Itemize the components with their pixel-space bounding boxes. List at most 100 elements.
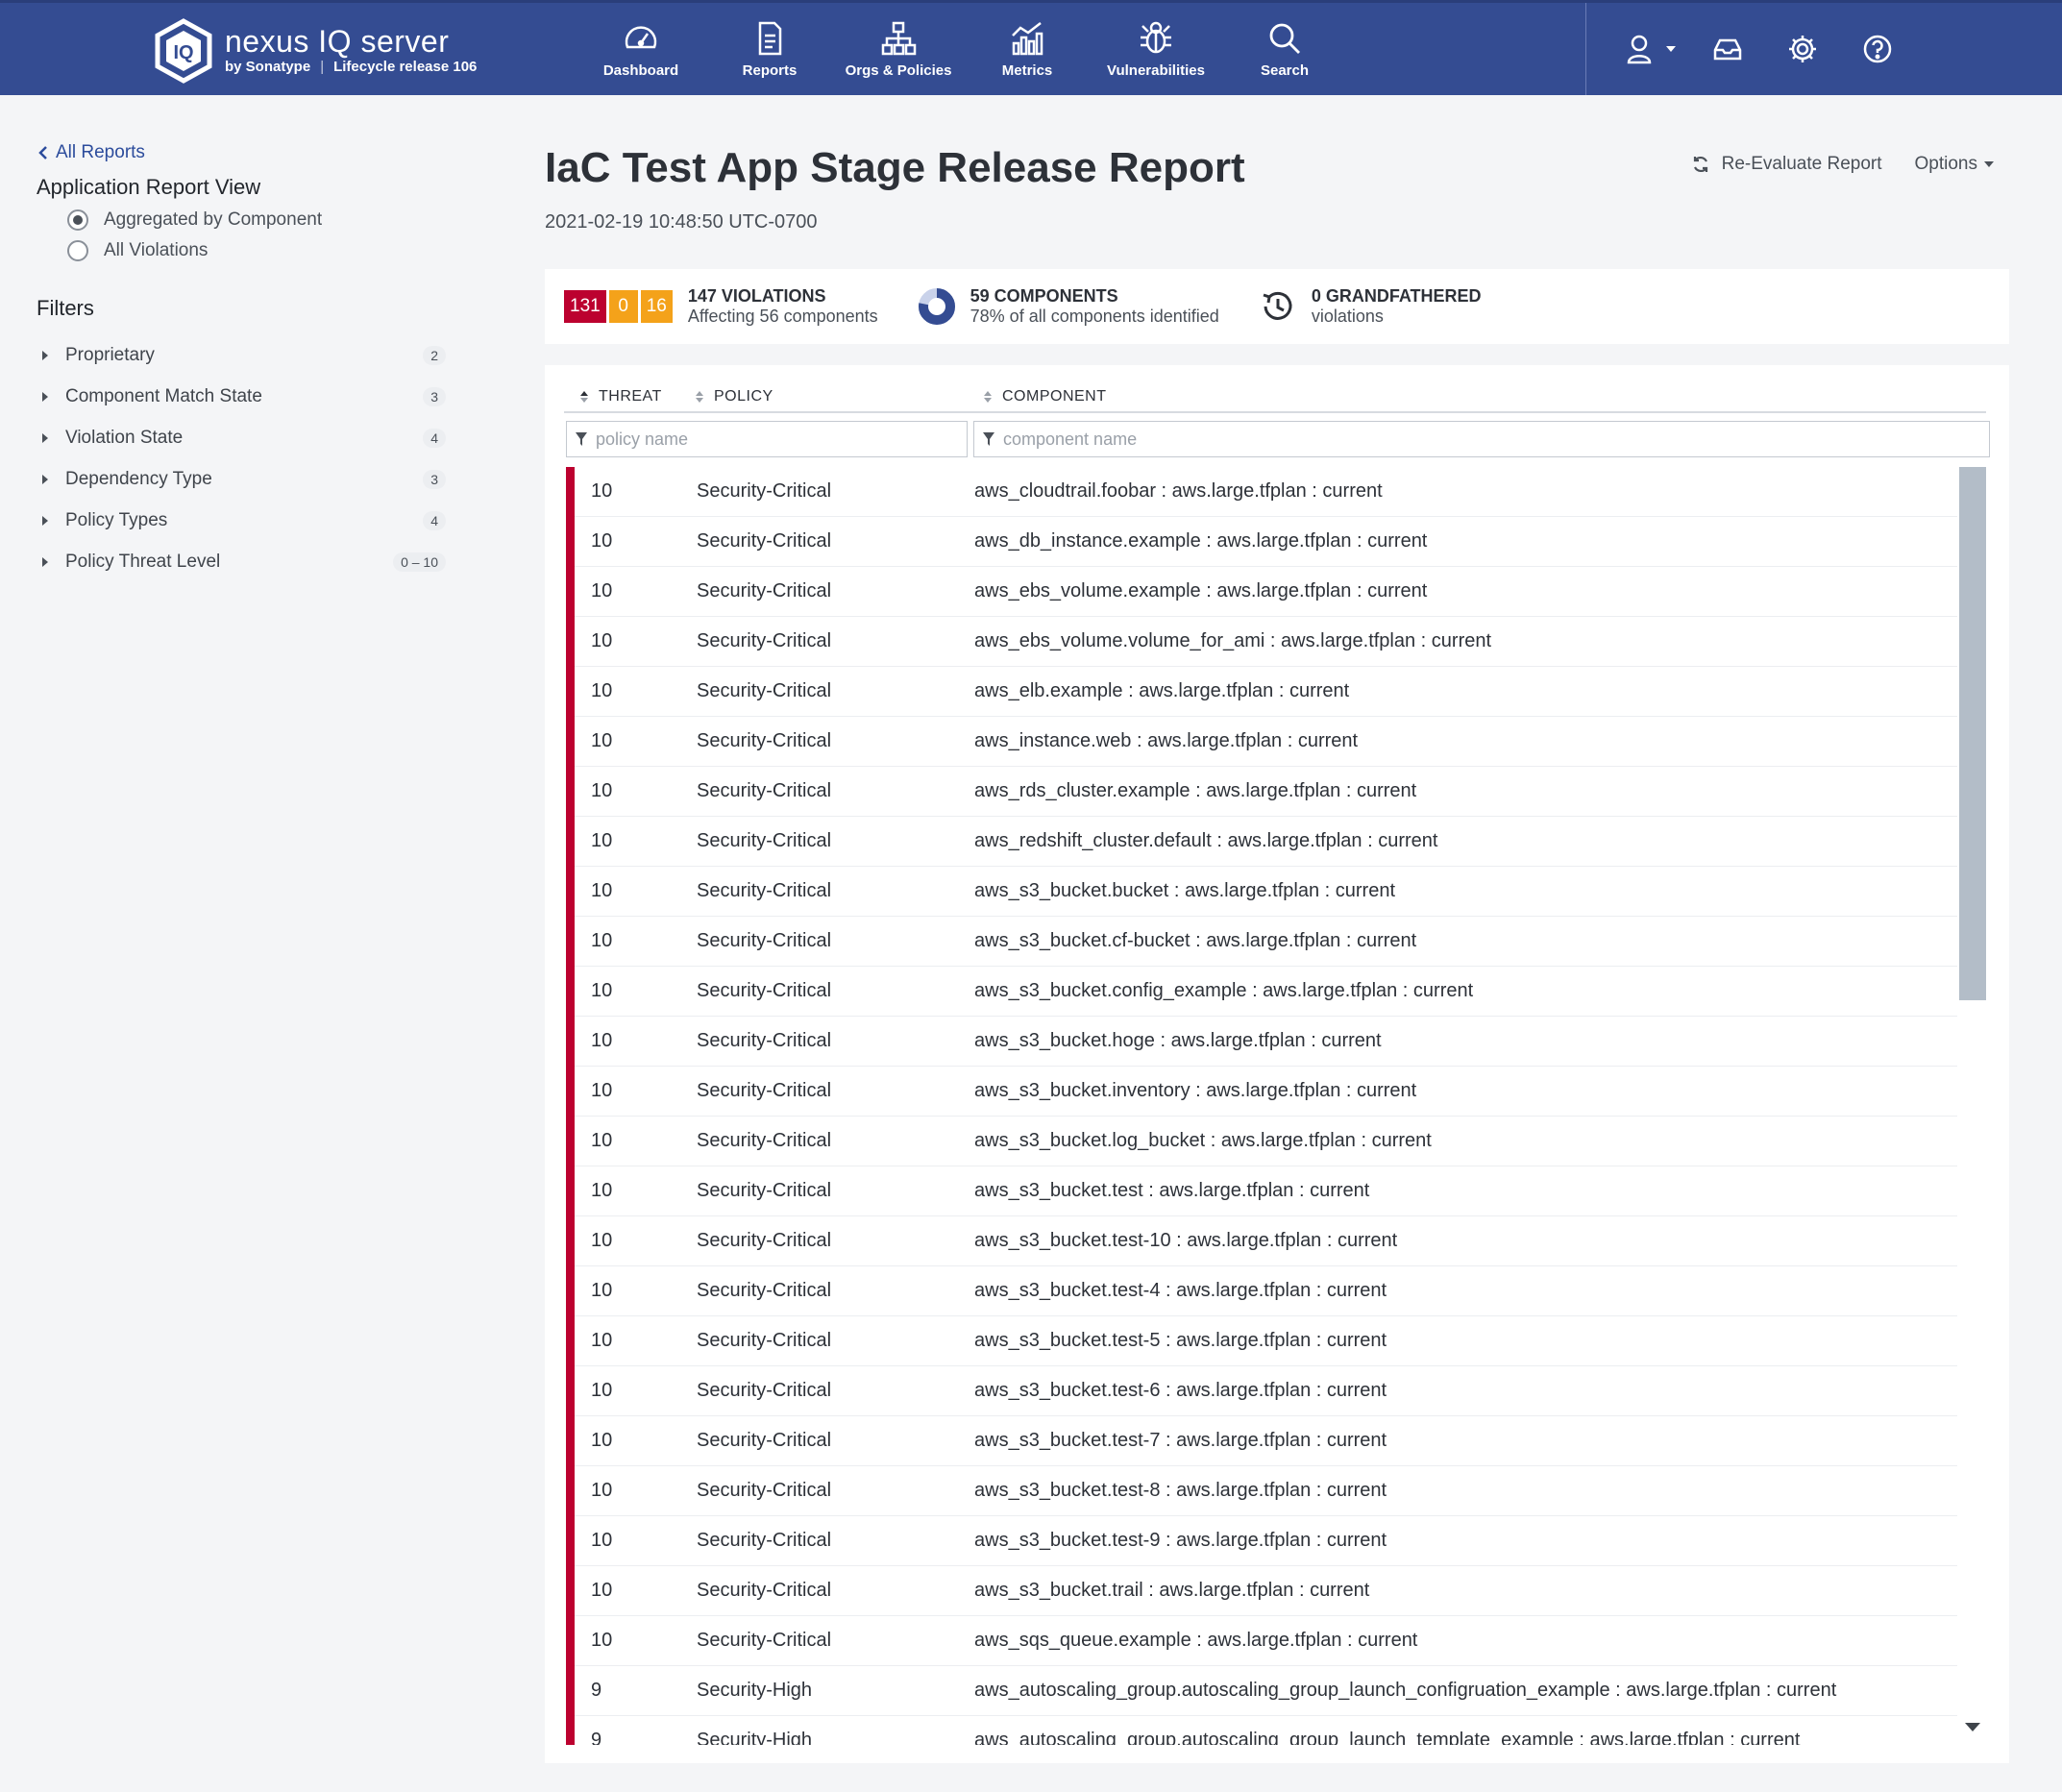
nav-vulnerabilities[interactable]: Vulnerabilities — [1092, 3, 1220, 95]
table-row[interactable]: 10 Security-Critical aws_s3_bucket.test-9 … — [566, 1516, 1957, 1566]
threat-cell: 10 — [591, 1130, 613, 1151]
all-reports-link[interactable]: All Reports — [37, 142, 450, 163]
threat-cell: 10 — [591, 1280, 613, 1301]
table-row[interactable]: 10 Security-Critical aws_ebs_volume.volume… — [566, 617, 1957, 667]
threat-level-indicator — [566, 1017, 575, 1067]
radio-button-checked[interactable] — [67, 209, 88, 231]
settings-button[interactable] — [1765, 34, 1840, 64]
threat-level-indicator — [566, 1216, 575, 1266]
threat-level-indicator — [566, 1117, 575, 1166]
brand-logo[interactable]: IQ nexus IQ server by Sonatype | Lifecyc… — [154, 18, 477, 84]
moderate-count-badge: 16 — [640, 290, 673, 323]
filter-count-badge: 4 — [423, 510, 446, 530]
table-row[interactable]: 9 Security-High aws_autoscaling_group.auto… — [566, 1716, 1957, 1745]
component-cell: aws_s3_bucket.inventory : aws.large.tfpl… — [974, 1080, 1417, 1101]
nav-dashboard[interactable]: Dashboard — [577, 3, 705, 95]
threat-level-indicator — [566, 1466, 575, 1516]
component-cell: aws_s3_bucket.test-10 : aws.large.tfplan… — [974, 1230, 1398, 1251]
table-row[interactable]: 10 Security-Critical aws_s3_bucket.test-4 … — [566, 1266, 1957, 1316]
table-row[interactable]: 10 Security-Critical aws_s3_bucket.bucket … — [566, 867, 1957, 917]
table-row[interactable]: 10 Security-Critical aws_instance.web : aw… — [566, 717, 1957, 767]
header-utility-icons — [1585, 3, 1915, 95]
threat-cell: 10 — [591, 680, 613, 701]
filter-proprietary[interactable]: Proprietary 2 — [37, 334, 450, 376]
table-row[interactable]: 10 Security-Critical aws_s3_bucket.test : … — [566, 1166, 1957, 1216]
component-cell: aws_s3_bucket.test-5 : aws.large.tfplan … — [974, 1330, 1387, 1351]
table-row[interactable]: 10 Security-Critical aws_ebs_volume.exampl… — [566, 567, 1957, 617]
policy-cell: Security-High — [697, 1730, 813, 1745]
nav-reports[interactable]: Reports — [705, 3, 834, 95]
component-cell: aws_s3_bucket.test-6 : aws.large.tfplan … — [974, 1380, 1387, 1401]
filter-count-badge: 3 — [423, 469, 446, 489]
threat-cell: 10 — [591, 730, 613, 751]
table-row[interactable]: 10 Security-Critical aws_s3_bucket.test-7 … — [566, 1416, 1957, 1466]
options-dropdown[interactable]: Options — [1915, 154, 1995, 175]
table-row[interactable]: 10 Security-Critical aws_s3_bucket.hoge : … — [566, 1017, 1957, 1067]
threat-level-indicator — [566, 917, 575, 967]
nav-orgs-policies[interactable]: Orgs & Policies — [834, 3, 963, 95]
table-row[interactable]: 10 Security-Critical aws_rds_cluster.examp… — [566, 767, 1957, 817]
table-row[interactable]: 10 Security-Critical aws_db_instance.examp… — [566, 517, 1957, 567]
filter-dependency-type[interactable]: Dependency Type 3 — [37, 458, 450, 500]
nexus-iq-logo-icon: IQ — [155, 18, 212, 84]
nav-metrics[interactable]: Metrics — [963, 3, 1092, 95]
table-scrollbar[interactable] — [1957, 467, 1986, 1745]
radio-button[interactable] — [67, 240, 88, 261]
settings-icon — [1789, 36, 1816, 62]
table-row[interactable]: 10 Security-Critical aws_s3_bucket.invento… — [566, 1067, 1957, 1117]
table-row[interactable]: 10 Security-Critical aws_elb.example : aws… — [566, 667, 1957, 717]
policy-cell: Security-Critical — [697, 730, 832, 751]
table-row[interactable]: 10 Security-Critical aws_redshift_cluster.… — [566, 817, 1957, 867]
column-header-threat[interactable]: THREAT — [579, 388, 662, 405]
nav-search[interactable]: Search — [1220, 3, 1349, 95]
component-name-input[interactable] — [1003, 429, 1910, 450]
vulnerabilities-icon — [1141, 21, 1171, 53]
severity-counts[interactable]: 131 0 16 — [564, 290, 673, 323]
table-row[interactable]: 10 Security-Critical aws_s3_bucket.test-6 … — [566, 1366, 1957, 1416]
metrics-icon — [1012, 21, 1043, 55]
table-row[interactable]: 10 Security-Critical aws_cloudtrail.foobar… — [566, 467, 1957, 517]
report-actions: Re-Evaluate Report Options — [1691, 154, 1995, 175]
inbox-button[interactable] — [1690, 34, 1765, 64]
table-row[interactable]: 10 Security-Critical aws_s3_bucket.test-8 … — [566, 1466, 1957, 1516]
filter-policy-threat-level[interactable]: Policy Threat Level 0 – 10 — [37, 541, 450, 582]
radio-all-violations[interactable]: All Violations — [67, 240, 450, 261]
column-header-policy[interactable]: POLICY — [695, 388, 773, 405]
table-row[interactable]: 9 Security-High aws_autoscaling_group.auto… — [566, 1666, 1957, 1716]
table-row[interactable]: 10 Security-Critical aws_s3_bucket.test-5 … — [566, 1316, 1957, 1366]
scroll-down-arrow-icon[interactable] — [1965, 1723, 1980, 1731]
policy-name-input[interactable] — [596, 429, 949, 450]
scrollbar-thumb[interactable] — [1959, 467, 1986, 1000]
report-date: 2021-02-19 10:48:50 UTC-0700 — [545, 211, 818, 233]
table-row[interactable]: 10 Security-Critical aws_s3_bucket.log_buc… — [566, 1117, 1957, 1166]
filter-policy-types[interactable]: Policy Types 4 — [37, 500, 450, 541]
table-row[interactable]: 10 Security-Critical aws_s3_bucket.cf-buck… — [566, 917, 1957, 967]
table-row[interactable]: 10 Security-Critical aws_s3_bucket.trail :… — [566, 1566, 1957, 1616]
brand-name: nexus IQ server — [225, 24, 450, 59]
report-sidebar: All Reports Application Report View Aggr… — [37, 142, 450, 582]
policy-name-filter[interactable] — [566, 421, 968, 457]
filter-violation-state[interactable]: Violation State 4 — [37, 417, 450, 458]
component-cell: aws_autoscaling_group.autoscaling_group_… — [974, 1680, 1837, 1701]
chevron-left-icon — [38, 146, 47, 160]
radio-aggregated-by-component[interactable]: Aggregated by Component — [67, 209, 450, 231]
filter-icon — [983, 432, 994, 446]
reports-icon — [758, 21, 782, 55]
table-row[interactable]: 10 Security-Critical aws_s3_bucket.config_… — [566, 967, 1957, 1017]
re-evaluate-report-button[interactable]: Re-Evaluate Report — [1691, 154, 1882, 175]
component-name-filter[interactable] — [973, 421, 1990, 457]
table-row[interactable]: 10 Security-Critical aws_sqs_queue.example… — [566, 1616, 1957, 1666]
refresh-icon — [1693, 156, 1707, 173]
user-menu-button[interactable] — [1615, 34, 1690, 64]
policy-cell: Security-Critical — [697, 980, 832, 1001]
table-row[interactable]: 10 Security-Critical aws_s3_bucket.test-10… — [566, 1216, 1957, 1266]
help-button[interactable] — [1840, 34, 1915, 64]
threat-cell: 10 — [591, 580, 613, 601]
column-header-component[interactable]: COMPONENT — [983, 388, 1107, 405]
threat-cell: 10 — [591, 1330, 613, 1351]
caret-right-icon — [42, 515, 48, 526]
policy-cell: Security-Critical — [697, 1280, 832, 1301]
filter-component-match-state[interactable]: Component Match State 3 — [37, 376, 450, 417]
threat-cell: 10 — [591, 880, 613, 901]
chevron-down-icon — [1666, 46, 1676, 52]
